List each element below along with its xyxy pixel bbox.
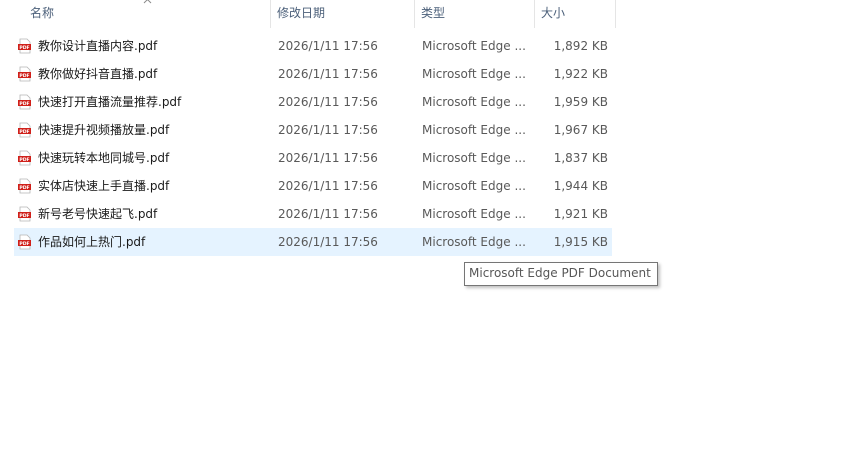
- file-name: 实体店快速上手直播.pdf: [38, 179, 170, 193]
- file-name: 快速玩转本地同城号.pdf: [38, 151, 170, 165]
- sort-ascending-icon: [143, 0, 152, 4]
- svg-text:PDF: PDF: [19, 129, 29, 135]
- file-type: Microsoft Edge ...: [422, 67, 526, 81]
- file-row[interactable]: PDF 实体店快速上手直播.pdf 2026/1/11 17:56 Micros…: [14, 172, 612, 200]
- file-name: 快速打开直播流量推荐.pdf: [38, 95, 182, 109]
- file-size: 1,944 KB: [553, 179, 608, 193]
- column-header-name-label: 名称: [30, 6, 55, 20]
- file-date: 2026/1/11 17:56: [278, 235, 378, 249]
- svg-text:PDF: PDF: [19, 157, 29, 163]
- pdf-file-icon: PDF: [18, 234, 31, 250]
- pdf-file-icon: PDF: [18, 122, 31, 138]
- file-size: 1,959 KB: [553, 95, 608, 109]
- file-type: Microsoft Edge ...: [422, 179, 526, 193]
- file-row[interactable]: PDF 教你设计直播内容.pdf 2026/1/11 17:56 Microso…: [14, 32, 612, 60]
- file-size: 1,967 KB: [553, 123, 608, 137]
- file-name-cell: PDF 快速提升视频播放量.pdf: [14, 116, 271, 144]
- file-name-cell: PDF 教你设计直播内容.pdf: [14, 32, 271, 60]
- file-name-cell: PDF 快速打开直播流量推荐.pdf: [14, 88, 271, 116]
- file-size: 1,921 KB: [553, 207, 608, 221]
- pdf-file-icon: PDF: [18, 66, 31, 82]
- file-row[interactable]: PDF 快速提升视频播放量.pdf 2026/1/11 17:56 Micros…: [14, 116, 612, 144]
- file-date: 2026/1/11 17:56: [278, 123, 378, 137]
- file-row[interactable]: PDF 快速打开直播流量推荐.pdf 2026/1/11 17:56 Micro…: [14, 88, 612, 116]
- file-date: 2026/1/11 17:56: [278, 151, 378, 165]
- file-date: 2026/1/11 17:56: [278, 179, 378, 193]
- file-date: 2026/1/11 17:56: [278, 39, 378, 53]
- file-name-cell: PDF 新号老号快速起飞.pdf: [14, 200, 271, 228]
- pdf-file-icon: PDF: [18, 150, 31, 166]
- column-header-type[interactable]: 类型: [415, 0, 535, 28]
- file-type: Microsoft Edge ...: [422, 207, 526, 221]
- column-header-type-label: 类型: [421, 6, 446, 20]
- file-name: 教你设计直播内容.pdf: [38, 39, 158, 53]
- file-type: Microsoft Edge ...: [422, 95, 526, 109]
- svg-text:PDF: PDF: [19, 73, 29, 79]
- column-header-size[interactable]: 大小: [535, 0, 616, 28]
- column-header-date[interactable]: 修改日期: [271, 0, 415, 28]
- file-size: 1,892 KB: [553, 39, 608, 53]
- file-size: 1,915 KB: [553, 235, 608, 249]
- file-type: Microsoft Edge ...: [422, 151, 526, 165]
- file-row[interactable]: PDF 教你做好抖音直播.pdf 2026/1/11 17:56 Microso…: [14, 60, 612, 88]
- file-explorer-details-view: 名称 修改日期 类型 大小 PDF 教你设计直播内容.pdf 2026/1/11…: [0, 0, 867, 474]
- file-name: 作品如何上热门.pdf: [38, 235, 146, 249]
- file-date: 2026/1/11 17:56: [278, 95, 378, 109]
- file-name-cell: PDF 快速玩转本地同城号.pdf: [14, 144, 271, 172]
- file-name-cell: PDF 教你做好抖音直播.pdf: [14, 60, 271, 88]
- file-name: 教你做好抖音直播.pdf: [38, 67, 158, 81]
- column-header-bar: 名称 修改日期 类型 大小: [0, 0, 616, 28]
- file-type: Microsoft Edge ...: [422, 39, 526, 53]
- svg-text:PDF: PDF: [19, 185, 29, 191]
- file-size: 1,922 KB: [553, 67, 608, 81]
- pdf-file-icon: PDF: [18, 94, 31, 110]
- file-name: 快速提升视频播放量.pdf: [38, 123, 170, 137]
- file-name: 新号老号快速起飞.pdf: [38, 207, 158, 221]
- svg-text:PDF: PDF: [19, 101, 29, 107]
- svg-text:PDF: PDF: [19, 213, 29, 219]
- file-row-hovered[interactable]: PDF 作品如何上热门.pdf 2026/1/11 17:56 Microsof…: [14, 228, 612, 256]
- svg-text:PDF: PDF: [19, 241, 29, 247]
- file-date: 2026/1/11 17:56: [278, 207, 378, 221]
- file-date: 2026/1/11 17:56: [278, 67, 378, 81]
- file-size: 1,837 KB: [553, 151, 608, 165]
- pdf-file-icon: PDF: [18, 178, 31, 194]
- file-type: Microsoft Edge ...: [422, 123, 526, 137]
- svg-text:PDF: PDF: [19, 45, 29, 51]
- file-row[interactable]: PDF 快速玩转本地同城号.pdf 2026/1/11 17:56 Micros…: [14, 144, 612, 172]
- file-row[interactable]: PDF 新号老号快速起飞.pdf 2026/1/11 17:56 Microso…: [14, 200, 612, 228]
- column-header-size-label: 大小: [541, 6, 566, 20]
- file-name-cell: PDF 实体店快速上手直播.pdf: [14, 172, 271, 200]
- column-header-date-label: 修改日期: [277, 6, 326, 20]
- file-list: PDF 教你设计直播内容.pdf 2026/1/11 17:56 Microso…: [14, 32, 612, 256]
- column-header-name[interactable]: 名称: [0, 0, 271, 28]
- file-type-tooltip: Microsoft Edge PDF Document: [464, 262, 658, 286]
- pdf-file-icon: PDF: [18, 206, 31, 222]
- pdf-file-icon: PDF: [18, 38, 31, 54]
- file-name-cell: PDF 作品如何上热门.pdf: [14, 228, 271, 256]
- file-type: Microsoft Edge ...: [422, 235, 526, 249]
